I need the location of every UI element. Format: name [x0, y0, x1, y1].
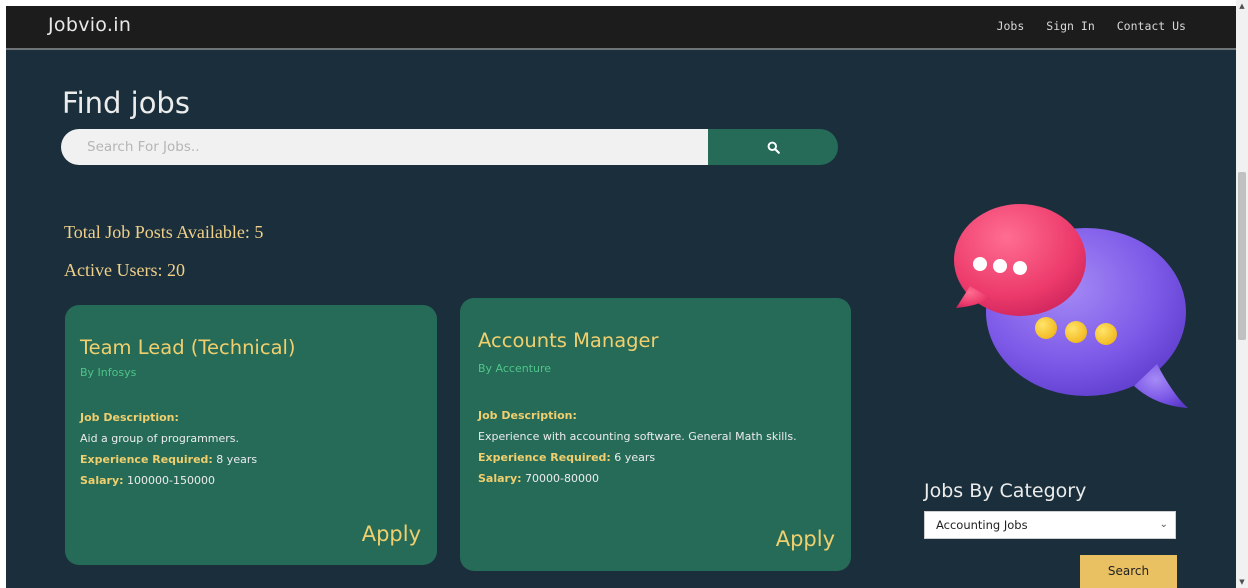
job-card: Team Lead (Technical) By Infosys Job Des…	[65, 305, 437, 565]
job-title[interactable]: Team Lead (Technical)	[80, 336, 296, 359]
category-search-button[interactable]: Search	[1080, 555, 1177, 588]
salary-label: Salary:	[478, 472, 522, 485]
active-users: Active Users: 20	[64, 260, 185, 280]
scroll-thumb[interactable]	[1238, 172, 1246, 340]
job-description: Aid a group of programmers.	[80, 432, 240, 445]
white-dot	[973, 257, 987, 271]
job-title[interactable]: Accounts Manager	[478, 329, 659, 352]
navbar: Jobvio.in Jobs Sign In Contact Us	[6, 6, 1236, 50]
scroll-down-arrow-icon[interactable]: ▼	[1236, 576, 1248, 588]
job-description-label: Job Description:	[80, 411, 179, 424]
search-icon	[767, 141, 780, 154]
white-dot	[993, 259, 1007, 273]
experience-value: 6 years	[610, 451, 656, 464]
scrollbar[interactable]: ▲ ▼	[1236, 0, 1248, 588]
job-details: Job Description: Aid a group of programm…	[80, 407, 257, 491]
job-description: Experience with accounting software. Gen…	[478, 430, 797, 443]
yellow-dot	[1065, 321, 1087, 343]
chevron-down-icon: ⌄	[1159, 519, 1168, 530]
chat-bubbles-icon	[954, 204, 1188, 408]
yellow-dot	[1035, 317, 1057, 339]
job-company: By Accenture	[478, 362, 552, 375]
salary-value: 100000-150000	[123, 474, 215, 487]
experience-value: 8 years	[212, 453, 258, 466]
job-card: Accounts Manager By Accenture Job Descri…	[460, 298, 851, 571]
experience-label: Experience Required:	[478, 451, 611, 464]
scroll-up-arrow-icon[interactable]: ▲	[1236, 0, 1248, 12]
nav-link-sign-in[interactable]: Sign In	[1046, 19, 1094, 33]
category-select[interactable]: Accounting Jobs ⌄	[924, 511, 1176, 539]
search-bar	[61, 129, 838, 165]
salary-value: 70000-80000	[521, 472, 599, 485]
page-viewport: Jobvio.in Jobs Sign In Contact Us Find j…	[6, 6, 1236, 588]
job-company: By Infosys	[80, 366, 137, 379]
job-description-label: Job Description:	[478, 409, 577, 422]
yellow-dot	[1095, 323, 1117, 345]
job-details: Job Description: Experience with account…	[478, 405, 797, 489]
apply-button[interactable]: Apply	[362, 522, 421, 546]
nav-links: Jobs Sign In Contact Us	[997, 19, 1186, 33]
white-dot	[1013, 261, 1027, 275]
salary-label: Salary:	[80, 474, 124, 487]
page: Jobvio.in Jobs Sign In Contact Us Find j…	[0, 0, 1248, 588]
apply-button[interactable]: Apply	[776, 527, 835, 551]
category-selected-value: Accounting Jobs	[936, 518, 1028, 532]
page-title: Find jobs	[62, 86, 190, 120]
brand-logo[interactable]: Jobvio.in	[48, 14, 131, 36]
category-title: Jobs By Category	[924, 480, 1087, 502]
experience-label: Experience Required:	[80, 453, 213, 466]
search-button[interactable]	[708, 129, 838, 165]
nav-link-jobs[interactable]: Jobs	[997, 19, 1025, 33]
total-job-posts: Total Job Posts Available: 5	[64, 222, 264, 242]
search-input[interactable]	[61, 129, 708, 165]
nav-link-contact-us[interactable]: Contact Us	[1117, 19, 1186, 33]
